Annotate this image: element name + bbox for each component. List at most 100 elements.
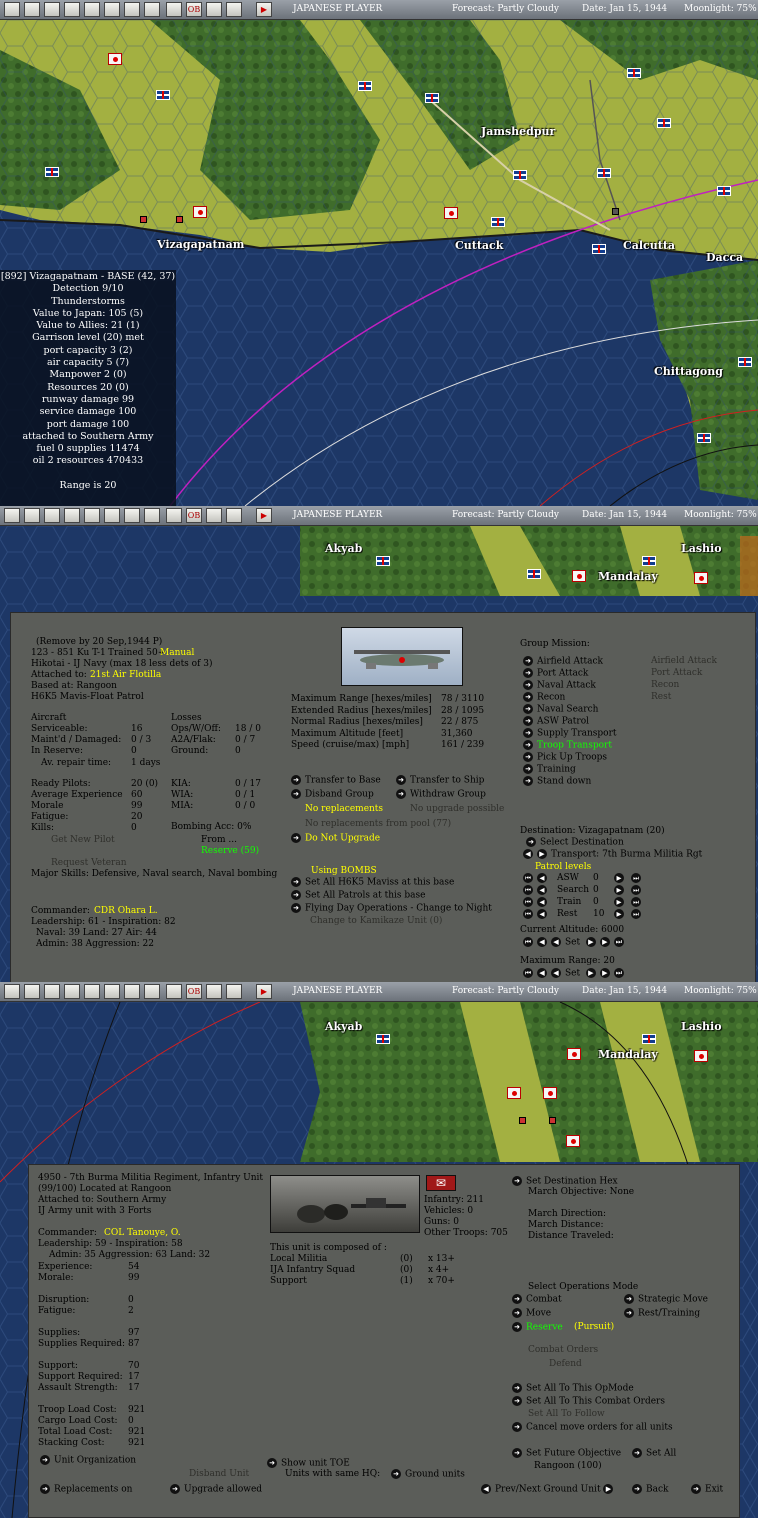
mission-supply-transport[interactable]: ➜ Supply Transport bbox=[523, 728, 617, 739]
ground-icon[interactable] bbox=[124, 2, 140, 17]
allied-flag-icon[interactable] bbox=[491, 217, 505, 227]
set-destination-button[interactable]: ➜ Set Destination Hex bbox=[512, 1176, 618, 1187]
report-icon[interactable] bbox=[226, 984, 242, 999]
globe-icon[interactable] bbox=[144, 984, 160, 999]
map-label-jamshedpur[interactable]: Jamshedpur bbox=[481, 125, 555, 138]
show-toe-button[interactable]: ➜ Show unit TOE bbox=[267, 1458, 350, 1469]
set-follow-button[interactable]: Set All To Follow bbox=[528, 1409, 605, 1420]
map-label-lashio[interactable]: Lashio bbox=[681, 542, 722, 555]
allied-flag-icon[interactable] bbox=[358, 81, 372, 91]
back-button[interactable]: ➜ Back bbox=[632, 1484, 668, 1495]
mission-training[interactable]: ➜ Training bbox=[523, 764, 576, 775]
map-area[interactable]: Vizagapatnam Jamshedpur Cuttack Calcutta… bbox=[0, 20, 758, 506]
future-objective-button[interactable]: ➜ Set Future Objective bbox=[512, 1448, 621, 1459]
select-destination-button[interactable]: ➜ Select Destination bbox=[526, 837, 624, 848]
aircraft-icon[interactable] bbox=[24, 2, 40, 17]
prev-next-unit-button[interactable]: ◀ Prev/Next Ground Unit ▶ bbox=[481, 1484, 617, 1495]
defend-order[interactable]: Defend bbox=[549, 1359, 582, 1370]
exit-button[interactable]: ➜ Exit bbox=[691, 1484, 723, 1495]
ground-icon[interactable] bbox=[124, 508, 140, 523]
jp-flag-icon[interactable] bbox=[4, 2, 20, 17]
altitude-controls[interactable]: ⏮ ◀ ◀ Set ▶ ▶ ⏭ bbox=[523, 937, 628, 948]
settings-icon[interactable] bbox=[166, 508, 182, 523]
mission-naval-attack[interactable]: ➜ Naval Attack bbox=[523, 680, 596, 691]
allied-flag-icon[interactable] bbox=[717, 186, 731, 196]
map-area[interactable]: Akyab Lashio Mandalay 4950 - 7th Burma M… bbox=[0, 1002, 758, 1518]
patrol-decrease-button[interactable]: ◀ bbox=[537, 873, 547, 883]
globe-icon[interactable] bbox=[144, 2, 160, 17]
naval-icon[interactable] bbox=[44, 984, 60, 999]
move-mode-button[interactable]: ➜ Move bbox=[512, 1308, 551, 1319]
patrol-decrease-button[interactable]: ⏮ bbox=[523, 897, 533, 907]
japanese-flag-icon[interactable] bbox=[694, 1050, 708, 1062]
ob-icon[interactable]: OB bbox=[186, 2, 202, 17]
allied-flag-icon[interactable] bbox=[597, 168, 611, 178]
patrol-increase-button[interactable]: ⏭ bbox=[631, 885, 641, 895]
base-marker-icon[interactable] bbox=[519, 1117, 526, 1124]
mail-icon[interactable]: ✉ bbox=[426, 1175, 456, 1191]
airfield-icon[interactable] bbox=[64, 508, 80, 523]
allied-flag-icon[interactable] bbox=[738, 357, 752, 367]
using-bombs[interactable]: Using BOMBS bbox=[311, 866, 377, 877]
allied-flag-icon[interactable] bbox=[156, 90, 170, 100]
base-marker-icon[interactable] bbox=[612, 208, 619, 215]
japanese-flag-icon[interactable] bbox=[193, 206, 207, 218]
map-label-akyab[interactable]: Akyab bbox=[325, 1020, 362, 1033]
weather-icon[interactable] bbox=[84, 984, 100, 999]
allied-flag-icon[interactable] bbox=[425, 93, 439, 103]
aircraft-icon[interactable] bbox=[24, 984, 40, 999]
naval-icon[interactable] bbox=[44, 508, 60, 523]
do-not-upgrade-button[interactable]: ➜ Do Not Upgrade bbox=[291, 833, 380, 844]
list-icon[interactable] bbox=[206, 2, 222, 17]
combat-mode-button[interactable]: ➜ Combat bbox=[512, 1294, 562, 1305]
list-icon[interactable] bbox=[206, 984, 222, 999]
allied-flag-icon[interactable] bbox=[376, 556, 390, 566]
kamikaze-button[interactable]: Change to Kamikaze Unit (0) bbox=[310, 916, 442, 927]
map-label-cuttack[interactable]: Cuttack bbox=[455, 239, 503, 252]
mission-naval-search[interactable]: ➜ Naval Search bbox=[523, 704, 598, 715]
disband-unit-button[interactable]: Disband Unit bbox=[189, 1469, 249, 1480]
base-marker-icon[interactable] bbox=[176, 216, 183, 223]
mission-airfield-attack[interactable]: ➜ Airfield Attack bbox=[523, 656, 603, 667]
set-opmode-button[interactable]: ➜ Set All To This OpMode bbox=[512, 1383, 634, 1394]
end-turn-icon[interactable]: ▶ bbox=[256, 984, 272, 999]
mission-alt-item[interactable]: Recon bbox=[651, 680, 679, 691]
jp-flag-icon[interactable] bbox=[4, 508, 20, 523]
airfield-icon[interactable] bbox=[64, 2, 80, 17]
patrol-increase-button[interactable]: ▶ bbox=[614, 885, 624, 895]
ob-icon[interactable]: OB bbox=[186, 984, 202, 999]
flying-ops-button[interactable]: ➜ Flying Day Operations - Change to Night bbox=[291, 903, 492, 914]
cancel-move-button[interactable]: ➜ Cancel move orders for all units bbox=[512, 1422, 673, 1433]
settings-icon[interactable] bbox=[166, 984, 182, 999]
reserve-value[interactable]: Reserve (59) bbox=[201, 846, 259, 857]
mission-recon[interactable]: ➜ Recon bbox=[523, 692, 565, 703]
end-turn-icon[interactable]: ▶ bbox=[256, 2, 272, 17]
map-label-calcutta[interactable]: Calcutta bbox=[623, 239, 675, 252]
industry-icon[interactable] bbox=[104, 508, 120, 523]
mission-asw-patrol[interactable]: ➜ ASW Patrol bbox=[523, 716, 589, 727]
base-marker-icon[interactable] bbox=[140, 216, 147, 223]
globe-icon[interactable] bbox=[144, 508, 160, 523]
set-orders-button[interactable]: ➜ Set All To This Combat Orders bbox=[512, 1396, 665, 1407]
end-turn-icon[interactable]: ▶ bbox=[256, 508, 272, 523]
map-area[interactable]: Akyab Lashio Mandalay (Remove by 20 Sep,… bbox=[0, 526, 758, 982]
request-veteran-button[interactable]: Request Veteran bbox=[51, 858, 127, 869]
map-label-mandalay[interactable]: Mandalay bbox=[598, 570, 658, 583]
weather-icon[interactable] bbox=[84, 2, 100, 17]
map-label-mandalay[interactable]: Mandalay bbox=[598, 1048, 658, 1061]
manual-toggle[interactable]: Manual bbox=[160, 648, 194, 659]
patrol-decrease-button[interactable]: ⏮ bbox=[523, 873, 533, 883]
patrol-increase-button[interactable]: ▶ bbox=[614, 909, 624, 919]
patrol-increase-button[interactable]: ▶ bbox=[614, 897, 624, 907]
map-label-vizagapatnam[interactable]: Vizagapatnam bbox=[157, 238, 244, 251]
report-icon[interactable] bbox=[226, 2, 242, 17]
japanese-flag-icon[interactable] bbox=[566, 1135, 580, 1147]
attached-link[interactable]: 21st Air Flotilla bbox=[90, 670, 161, 681]
industry-icon[interactable] bbox=[104, 984, 120, 999]
mission-troop-transport[interactable]: ➜ Troop Transport bbox=[523, 740, 612, 751]
allied-flag-icon[interactable] bbox=[697, 433, 711, 443]
mission-alt-item[interactable]: Port Attack bbox=[651, 668, 702, 679]
patrol-decrease-button[interactable]: ◀ bbox=[537, 885, 547, 895]
strategic-move-button[interactable]: ➜ Strategic Move bbox=[624, 1294, 708, 1305]
map-label-dacca[interactable]: Dacca bbox=[706, 251, 743, 264]
